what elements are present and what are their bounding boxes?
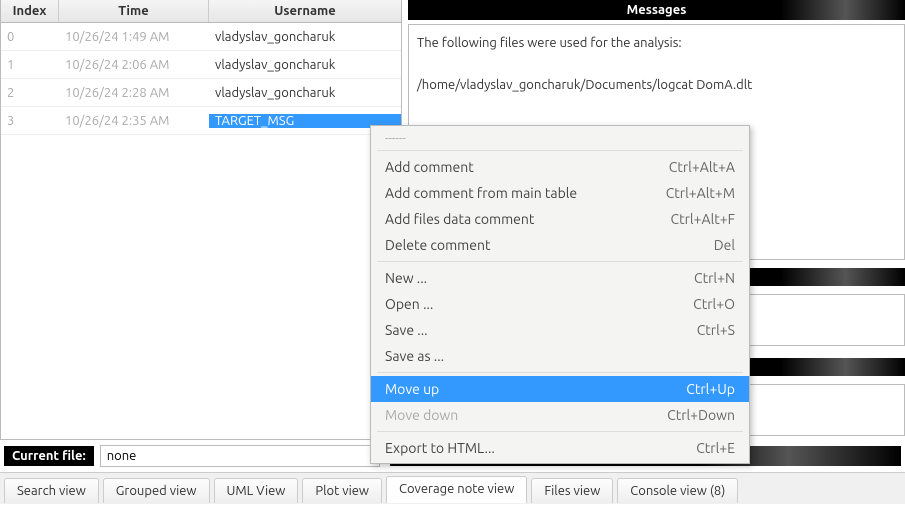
message-line: The following files were used for the an…: [417, 33, 896, 54]
table-header: Index Time Username: [1, 0, 401, 23]
tab-uml-view[interactable]: UML View: [214, 478, 299, 503]
tab-search-view[interactable]: Search view: [4, 478, 99, 503]
col-username[interactable]: Username: [209, 0, 401, 22]
menu-separator: [377, 372, 743, 373]
menu-add-files-data[interactable]: Add files data comment Ctrl+Alt+F: [371, 206, 749, 232]
tab-plot-view[interactable]: Plot view: [302, 478, 382, 503]
menu-save[interactable]: Save ... Ctrl+S: [371, 317, 749, 343]
col-time[interactable]: Time: [59, 0, 209, 22]
current-file-input[interactable]: [100, 445, 380, 467]
menu-export-html[interactable]: Export to HTML... Ctrl+E: [371, 435, 749, 461]
table-body: 0 10/26/24 1:49 AM vladyslav_goncharuk 1…: [1, 23, 401, 439]
menu-delete-comment[interactable]: Delete comment Del: [371, 232, 749, 258]
current-file-label: Current file:: [4, 446, 94, 466]
col-index[interactable]: Index: [1, 0, 59, 22]
menu-new[interactable]: New ... Ctrl+N: [371, 265, 749, 291]
context-menu: ------ Add comment Ctrl+Alt+A Add commen…: [370, 125, 750, 464]
log-table: Index Time Username 0 10/26/24 1:49 AM v…: [0, 0, 402, 440]
menu-save-as[interactable]: Save as ...: [371, 343, 749, 369]
menu-separator: [377, 261, 743, 262]
tab-files-view[interactable]: Files view: [531, 478, 613, 503]
menu-add-comment-main[interactable]: Add comment from main table Ctrl+Alt+M: [371, 180, 749, 206]
menu-move-up[interactable]: Move up Ctrl+Up: [371, 376, 749, 402]
table-row[interactable]: 1 10/26/24 2:06 AM vladyslav_goncharuk: [1, 51, 401, 79]
menu-separator: [377, 431, 743, 432]
tab-console-view[interactable]: Console view (8): [617, 478, 738, 503]
message-line: /home/vladyslav_goncharuk/Documents/logc…: [417, 75, 896, 96]
menu-open[interactable]: Open ... Ctrl+O: [371, 291, 749, 317]
menu-dashes: ------: [371, 128, 749, 147]
tab-grouped-view[interactable]: Grouped view: [103, 478, 210, 503]
table-row[interactable]: 2 10/26/24 2:28 AM vladyslav_goncharuk: [1, 79, 401, 107]
menu-move-down: Move down Ctrl+Down: [371, 402, 749, 428]
tab-strip: Search view Grouped view UML View Plot v…: [0, 472, 905, 504]
table-row[interactable]: 0 10/26/24 1:49 AM vladyslav_goncharuk: [1, 23, 401, 51]
menu-add-comment[interactable]: Add comment Ctrl+Alt+A: [371, 154, 749, 180]
menu-separator: [377, 150, 743, 151]
messages-header: Messages: [408, 0, 905, 20]
table-row[interactable]: 3 10/26/24 2:35 AM TARGET_MSG: [1, 107, 401, 135]
tab-coverage-note-view[interactable]: Coverage note view: [386, 476, 527, 503]
